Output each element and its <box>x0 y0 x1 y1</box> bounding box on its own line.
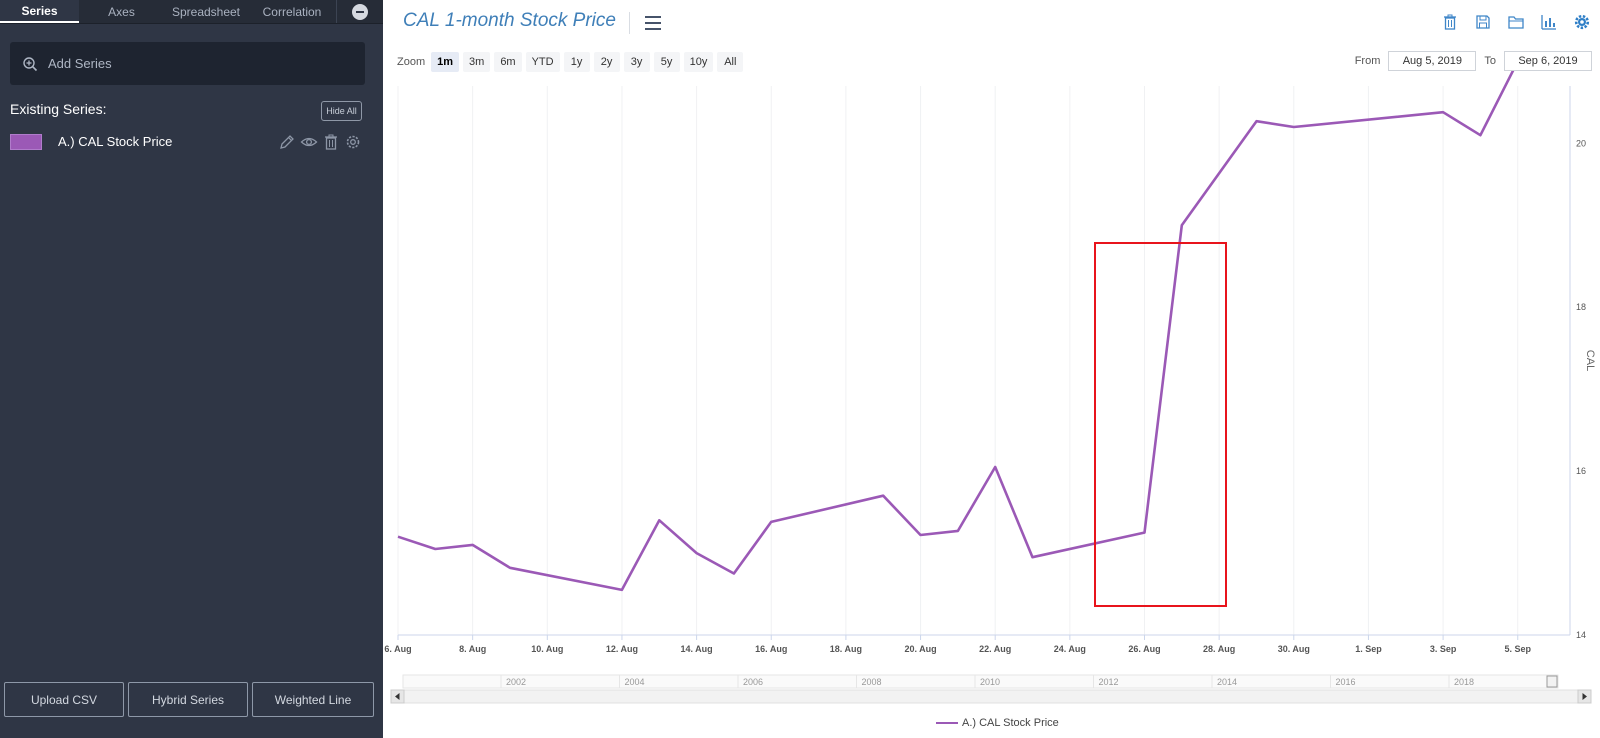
x-tick-label: 1. Sep <box>1355 644 1382 654</box>
x-tick-label: 20. Aug <box>904 644 936 654</box>
series-name: A.) CAL Stock Price <box>58 134 173 149</box>
series-line <box>397 60 1519 592</box>
tab-correlation[interactable]: Correlation <box>248 0 336 23</box>
highlight-box <box>1094 242 1227 607</box>
x-tick-label: 26. Aug <box>1128 644 1160 654</box>
zoom-1m-button[interactable]: 1m <box>431 52 460 72</box>
trash-icon[interactable] <box>1440 12 1460 32</box>
gear-icon[interactable] <box>1572 12 1592 32</box>
existing-series-heading: Existing Series: <box>10 101 107 117</box>
zoom-1y-button[interactable]: 1y <box>563 52 590 72</box>
zoom-3y-button[interactable]: 3y <box>623 52 650 72</box>
zoom-bar: Zoom 1m 3m 6m YTD 1y 2y 3y 5y 10y All <box>397 51 747 73</box>
sidebar-tabs: Series Axes Spreadsheet Correlation <box>0 0 383 24</box>
weighted-line-button[interactable]: Weighted Line <box>252 682 374 717</box>
x-tick-label: 30. Aug <box>1278 644 1310 654</box>
navigator-label: 2008 <box>862 677 882 687</box>
trash-icon[interactable] <box>322 133 340 151</box>
x-tick-label: 10. Aug <box>531 644 563 654</box>
navigator-label: 2010 <box>980 677 1000 687</box>
add-series-placeholder: Add Series <box>48 56 112 71</box>
save-icon[interactable] <box>1473 12 1493 32</box>
zoom-ytd-button[interactable]: YTD <box>525 52 560 72</box>
navigator-label: 2004 <box>625 677 645 687</box>
sidebar: Series Axes Spreadsheet Correlation Add … <box>0 0 383 738</box>
x-tick-label: 22. Aug <box>979 644 1011 654</box>
eye-icon[interactable] <box>300 133 318 151</box>
tab-series[interactable]: Series <box>0 0 79 23</box>
chart-title[interactable]: CAL 1-month Stock Price <box>403 10 616 32</box>
x-tick-label: 8. Aug <box>459 644 486 654</box>
y-tick-label: 18 <box>1576 302 1586 312</box>
chart-canvas: 6. Aug 8. Aug 10. Aug 12. Aug 14. Aug 16. Aug… <box>384 60 1596 704</box>
navigator-label: 2014 <box>1217 677 1237 687</box>
series-color-swatch[interactable] <box>10 134 42 150</box>
pencil-icon[interactable] <box>278 133 296 151</box>
add-series-input[interactable]: Add Series <box>10 42 365 85</box>
folder-icon[interactable] <box>1506 12 1526 32</box>
y-tick-label: 14 <box>1576 630 1586 640</box>
date-range: From To <box>1347 51 1592 71</box>
gear-icon[interactable] <box>344 133 362 151</box>
minus-circle-icon[interactable] <box>352 3 368 20</box>
from-date-input[interactable] <box>1388 51 1477 71</box>
x-tick-label: 12. Aug <box>606 644 638 654</box>
hamburger-menu-icon[interactable] <box>645 16 661 30</box>
navigator-label: 2016 <box>1336 677 1356 687</box>
zoom-all-button[interactable]: All <box>717 52 744 72</box>
navigator-label: 2018 <box>1454 677 1474 687</box>
to-label: To <box>1484 55 1496 67</box>
zoom-6m-button[interactable]: 6m <box>494 52 522 72</box>
navigator-label: 2012 <box>1099 677 1119 687</box>
legend-item[interactable]: A.) CAL Stock Price <box>936 717 1059 729</box>
navigator-label: 2002 <box>506 677 526 687</box>
chart-panel: 6. Aug 8. Aug 10. Aug 12. Aug 14. Aug 16. Aug… <box>383 0 1600 738</box>
navigator-handle <box>1546 675 1558 688</box>
x-tick-label: 18. Aug <box>830 644 862 654</box>
legend-line-swatch <box>936 722 958 724</box>
x-tick-label: 24. Aug <box>1054 644 1086 654</box>
to-date-input[interactable] <box>1504 51 1592 71</box>
x-tick-label: 6. Aug <box>384 644 411 654</box>
hide-all-button[interactable]: Hide All <box>321 101 362 121</box>
x-tick-label: 14. Aug <box>681 644 713 654</box>
app-window: Series Axes Spreadsheet Correlation Add … <box>0 0 1600 738</box>
x-tick-label: 28. Aug <box>1203 644 1235 654</box>
collapse-panel <box>336 0 383 23</box>
x-tick-label: 3. Sep <box>1430 644 1457 654</box>
x-tick-label: 5. Sep <box>1504 644 1531 654</box>
x-tick-label: 16. Aug <box>755 644 787 654</box>
hybrid-series-button[interactable]: Hybrid Series <box>128 682 248 717</box>
tab-axes[interactable]: Axes <box>79 0 164 23</box>
tab-spreadsheet[interactable]: Spreadsheet <box>164 0 248 23</box>
zoom-in-icon <box>23 56 38 71</box>
zoom-5y-button[interactable]: 5y <box>653 52 680 72</box>
y-tick-label: 20 <box>1576 138 1586 148</box>
zoom-label: Zoom <box>397 56 426 68</box>
sidebar-actions: Upload CSV Hybrid Series Weighted Line <box>4 682 374 717</box>
legend-label: A.) CAL Stock Price <box>962 717 1059 729</box>
from-label: From <box>1354 55 1381 67</box>
y-axis-title: CAL <box>1584 350 1596 371</box>
title-divider <box>629 12 630 34</box>
bar-chart-icon[interactable] <box>1539 12 1559 32</box>
zoom-10y-button[interactable]: 10y <box>683 52 714 72</box>
upload-csv-button[interactable]: Upload CSV <box>4 682 124 717</box>
chart-toolbar <box>1440 12 1592 32</box>
navigator-scrollbar <box>390 689 1592 704</box>
zoom-3m-button[interactable]: 3m <box>463 52 491 72</box>
navigator-label: 2006 <box>743 677 763 687</box>
series-item[interactable]: A.) CAL Stock Price <box>10 132 365 152</box>
zoom-2y-button[interactable]: 2y <box>593 52 620 72</box>
y-tick-label: 16 <box>1576 466 1586 476</box>
